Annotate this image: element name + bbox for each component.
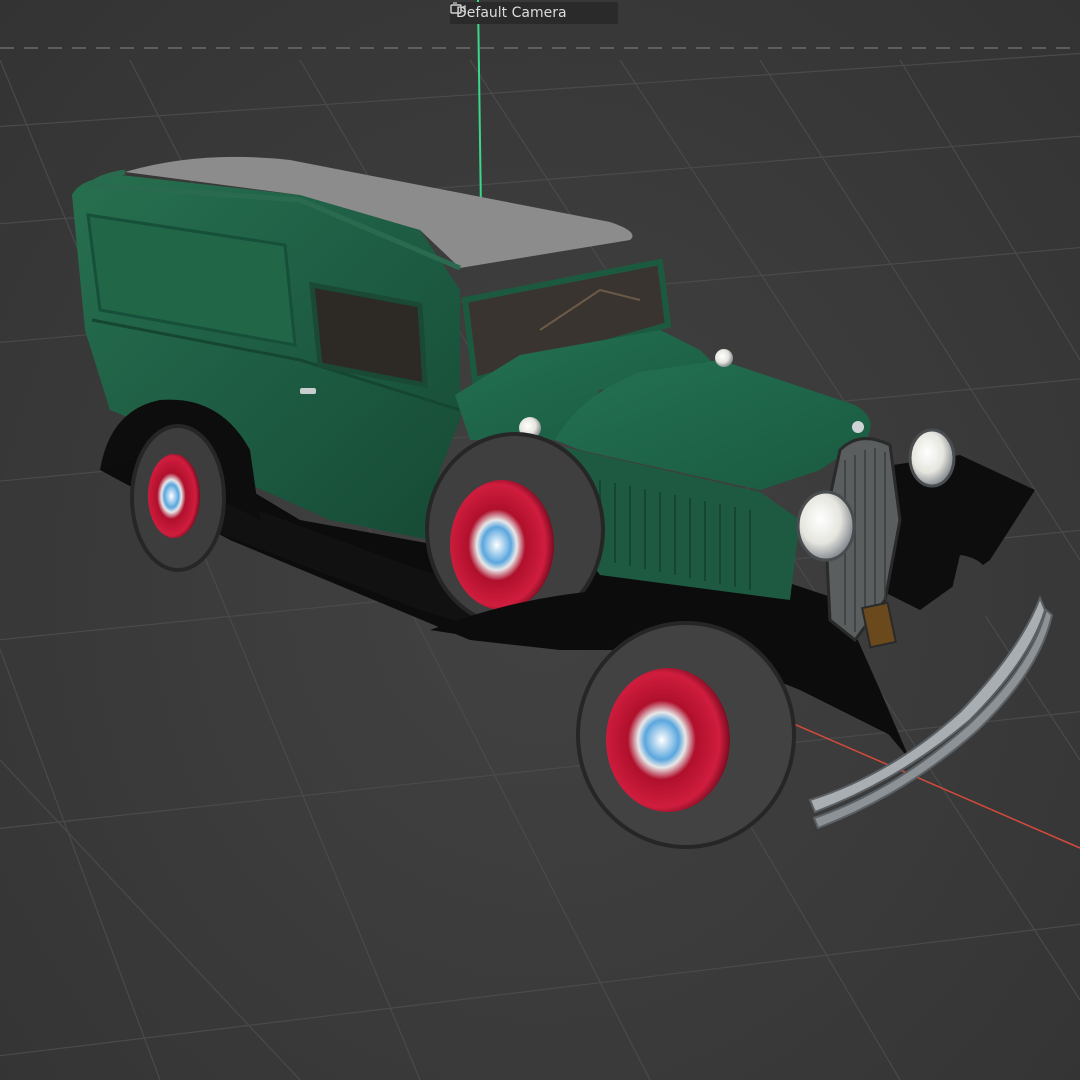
3d-viewport[interactable]: Default Camera: [0, 0, 1080, 1080]
rear-wheel: [130, 424, 226, 572]
headlamp-left: [796, 490, 856, 562]
cowl-lamp-right: [715, 349, 733, 367]
camera-label: Default Camera: [456, 5, 567, 21]
headlamp-right: [908, 428, 956, 488]
door-handle: [300, 388, 316, 394]
camera-switch-icon[interactable]: [450, 2, 612, 22]
front-wheel: [576, 621, 796, 849]
car-model: [72, 156, 1054, 849]
y-axis-line: [477, 0, 482, 213]
camera-selector[interactable]: Default Camera: [450, 2, 618, 24]
viewport-scene[interactable]: [0, 0, 1080, 1080]
radiator-cap: [852, 421, 864, 433]
license-plate: [860, 601, 898, 649]
